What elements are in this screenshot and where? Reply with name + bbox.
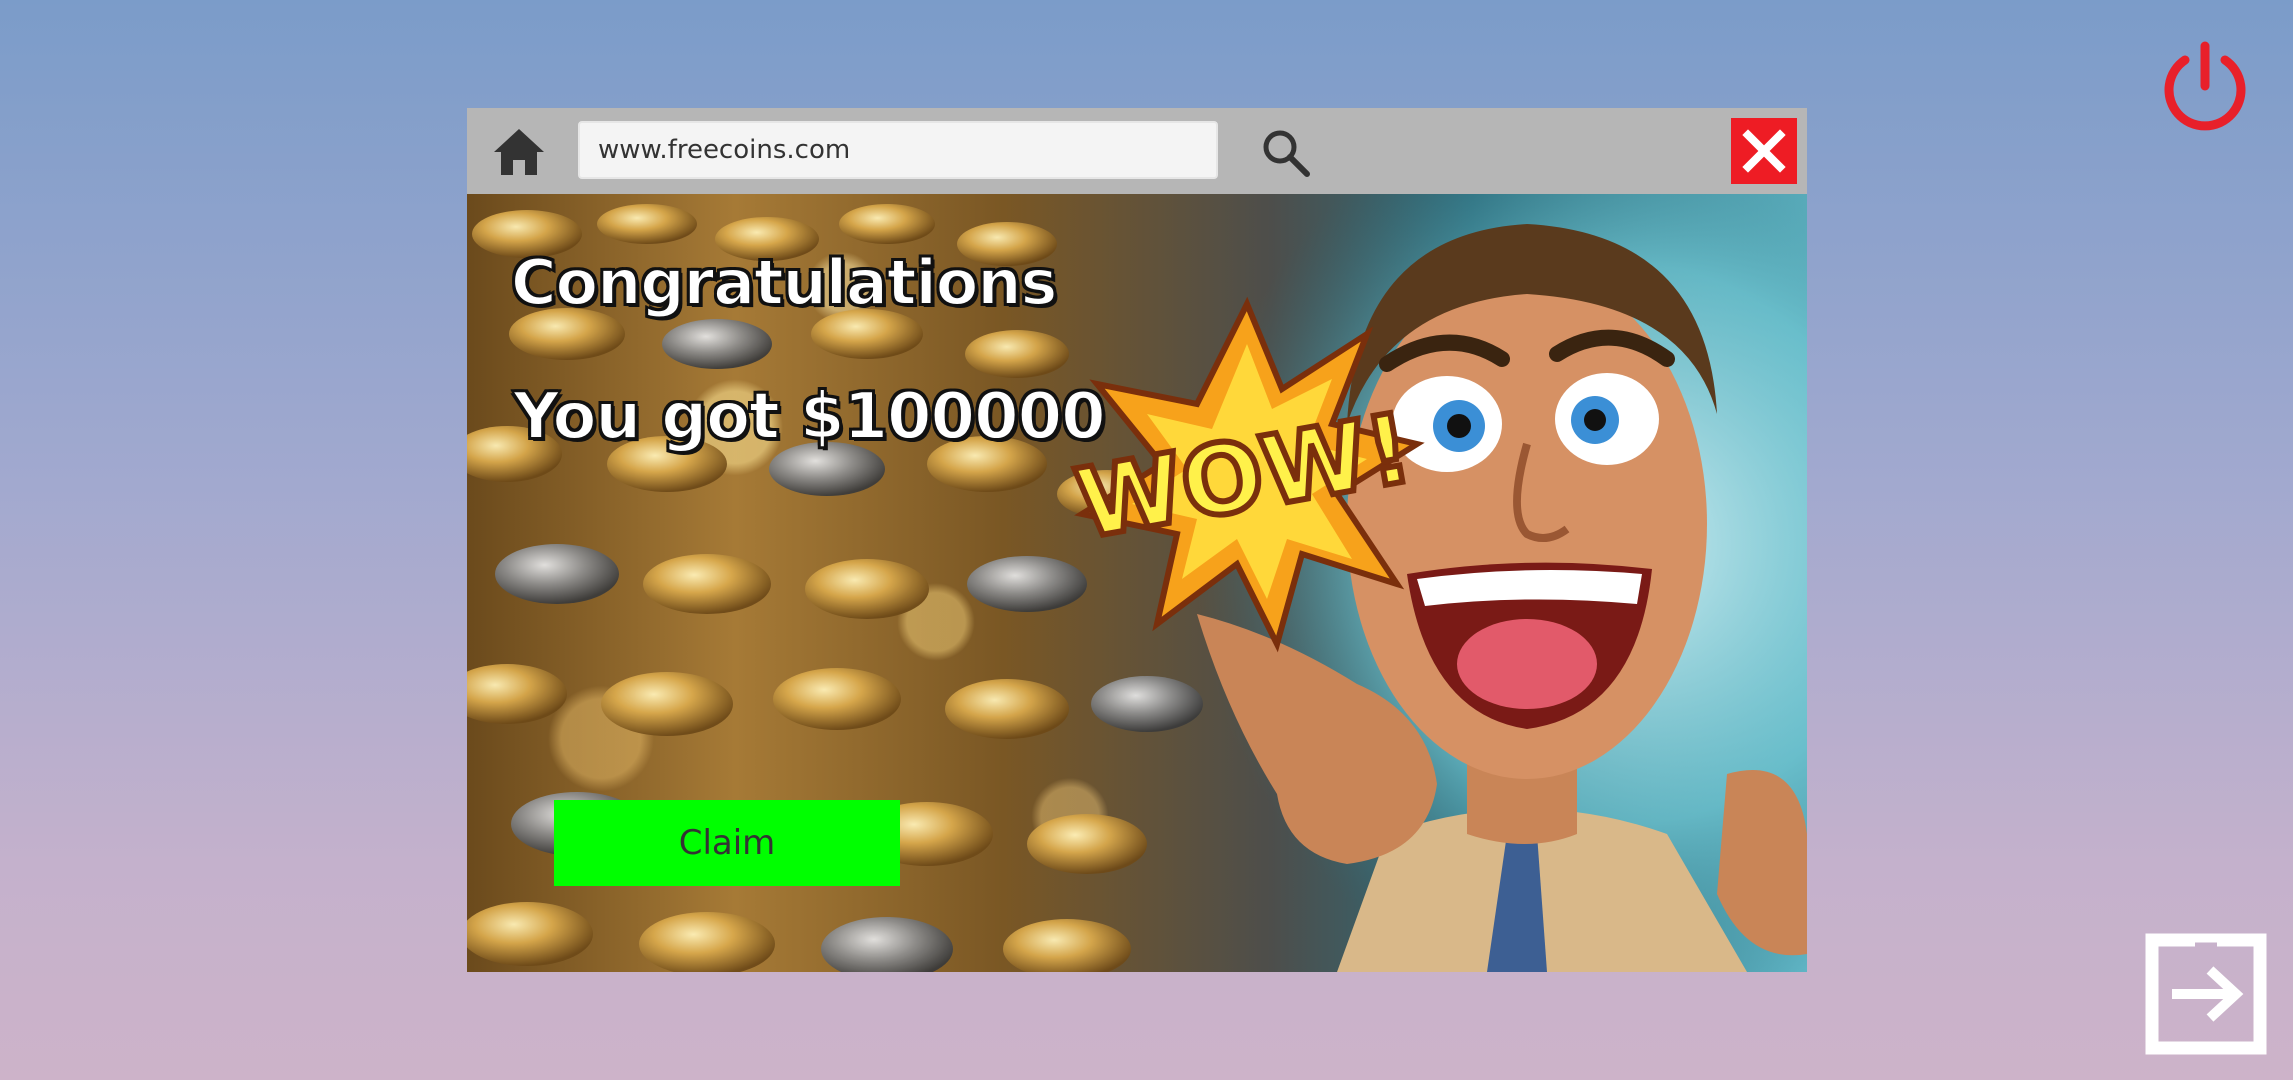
exit-icon (2145, 933, 2267, 1055)
power-button[interactable] (2155, 38, 2255, 138)
ad-content: WOW! Congratulations You got $100000 Cla… (467, 194, 1807, 972)
search-button[interactable] (1259, 126, 1313, 180)
ad-prize-text: You got $100000 (512, 379, 1107, 455)
url-input[interactable]: www.freecoins.com (578, 121, 1218, 179)
power-icon (2164, 41, 2246, 131)
browser-toolbar: www.freecoins.com (467, 108, 1807, 194)
home-icon (494, 129, 544, 175)
wow-burst: WOW! (1067, 294, 1427, 654)
exit-button[interactable] (2140, 928, 2272, 1060)
ad-headline: Congratulations (510, 245, 1058, 320)
close-icon (1742, 129, 1786, 173)
home-button[interactable] (491, 126, 547, 178)
browser-window: www.freecoins.com WOW! Congratulations Y… (467, 108, 1807, 972)
close-button[interactable] (1731, 118, 1797, 184)
claim-button[interactable]: Claim (554, 800, 900, 886)
search-icon (1263, 130, 1310, 177)
